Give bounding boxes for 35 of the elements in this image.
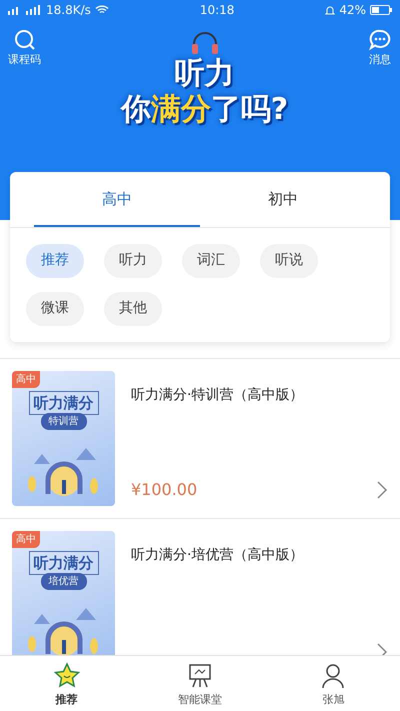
battery-level: 42% [339,2,366,19]
cover-subtitle: 特训营 [40,413,86,430]
battery-icon [370,5,392,15]
chevron-right-icon[interactable] [376,480,388,500]
messages-button[interactable]: 消息 [368,28,392,128]
category-chip[interactable]: 推荐 [26,244,84,278]
bottom-nav-tab[interactable]: 智能课堂 [133,656,267,711]
course-title[interactable]: 听力满分·特训营（高中版） [131,384,388,406]
course-title[interactable]: 听力满分·培优营（高中版） [131,544,388,566]
course-code-button[interactable]: 课程码 [8,28,41,128]
bottom-nav-tab[interactable]: 张旭 [266,656,400,711]
wifi-icon [94,5,109,15]
grade-tab[interactable]: 初中 [200,172,366,226]
cover-subtitle: 培优营 [40,573,86,590]
network-speed: 18.8K/s [46,2,91,19]
course-cover[interactable]: 高中 听力满分 培优营 [12,530,115,655]
category-chip[interactable]: 听力 [104,244,162,278]
banner-title: 你满分了吗? [120,92,288,128]
chat-bubble-icon [368,28,392,52]
search-icon [12,28,36,52]
category-chip[interactable]: 微课 [26,292,84,326]
grade-tab[interactable]: 高中 [34,172,200,226]
category-chip[interactable]: 听说 [260,244,318,278]
category-chip[interactable]: 词汇 [182,244,240,278]
banner-title: 听力 [174,56,234,92]
signal-icon [8,5,42,15]
grade-tag: 高中 [12,370,40,388]
bottom-nav-tab[interactable]: 推荐 [0,656,134,711]
star-icon [52,662,81,690]
category-chip[interactable]: 其他 [104,292,162,326]
grade-tag: 高中 [12,530,40,548]
clock: 10:18 [200,2,234,19]
course-price: ¥100.00 [131,478,198,500]
course-cover[interactable]: 高中 听力满分 特训营 [12,370,115,506]
alarm-icon [325,4,336,16]
